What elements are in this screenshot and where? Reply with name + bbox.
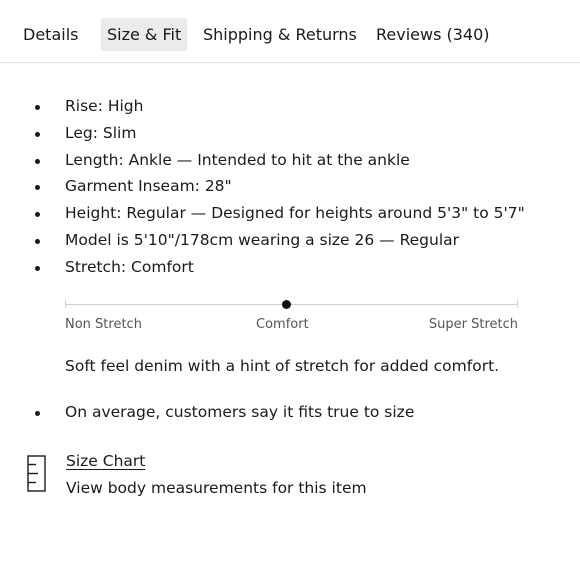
spec-text: Rise: High [65, 97, 144, 115]
spec-inseam: Garment Inseam: 28" [0, 173, 580, 200]
product-info-tabs: Details Size & Fit Shipping & Returns Re… [0, 0, 580, 63]
bullet-icon [35, 131, 40, 137]
tab-size-fit[interactable]: Size & Fit [101, 18, 188, 51]
spec-text: Model is 5'10"/178cm wearing a size 26 —… [65, 230, 460, 249]
spec-length: Length: Ankle — Intended to hit at the a… [0, 147, 580, 174]
fit-note: On average, customers say it fits true t… [0, 399, 580, 426]
stretch-scale-tick [517, 300, 518, 308]
spec-text: Garment Inseam: 28" [65, 177, 232, 196]
bullet-icon [35, 105, 40, 110]
spec-text: Length: Ankle — Intended to hit at the a… [65, 150, 410, 169]
bullet-icon [35, 411, 40, 416]
spec-text: Stretch: Comfort [65, 257, 194, 276]
spec-height: Height: Regular — Designed for heights a… [0, 200, 580, 227]
size-fit-panel: Details Size & Fit Shipping & Returns Re… [0, 0, 580, 580]
size-chart-link[interactable]: Size Chart [66, 449, 145, 473]
tab-reviews[interactable]: Reviews (340) [376, 18, 490, 51]
stretch-label-super-stretch: Super Stretch [428, 317, 518, 332]
stretch-scale: Non Stretch Comfort Super Stretch [65, 296, 518, 336]
stretch-scale-marker [282, 300, 292, 309]
size-chart-subtext: View body measurements for this item [66, 479, 367, 497]
stretch-scale-track [65, 304, 518, 305]
bullet-icon [35, 158, 40, 164]
spec-leg: Leg: Slim [0, 120, 580, 147]
bullet-icon [35, 265, 40, 271]
spec-text: Leg: Slim [65, 123, 137, 142]
spec-model: Model is 5'10"/178cm wearing a size 26 —… [0, 227, 580, 254]
fit-note-list: On average, customers say it fits true t… [0, 399, 580, 426]
bullet-icon [35, 238, 40, 244]
tab-details[interactable]: Details [23, 18, 78, 51]
bullet-icon [35, 212, 40, 218]
fit-spec-list: Rise: High Leg: Slim Length: Ankle — Int… [0, 93, 580, 281]
stretch-scale-tick [65, 300, 66, 308]
stretch-label-non-stretch: Non Stretch [65, 317, 142, 332]
bullet-icon [35, 185, 40, 191]
stretch-label-comfort: Comfort [256, 317, 309, 332]
spec-stretch: Stretch: Comfort [0, 254, 580, 281]
ruler-icon [27, 455, 46, 492]
spec-text: Height: Regular — Designed for heights a… [65, 204, 525, 223]
fit-note-text: On average, customers say it fits true t… [65, 403, 415, 421]
stretch-description: Soft feel denim with a hint of stretch f… [65, 357, 500, 375]
tab-shipping-returns[interactable]: Shipping & Returns [203, 18, 357, 51]
spec-rise: Rise: High [0, 93, 580, 120]
